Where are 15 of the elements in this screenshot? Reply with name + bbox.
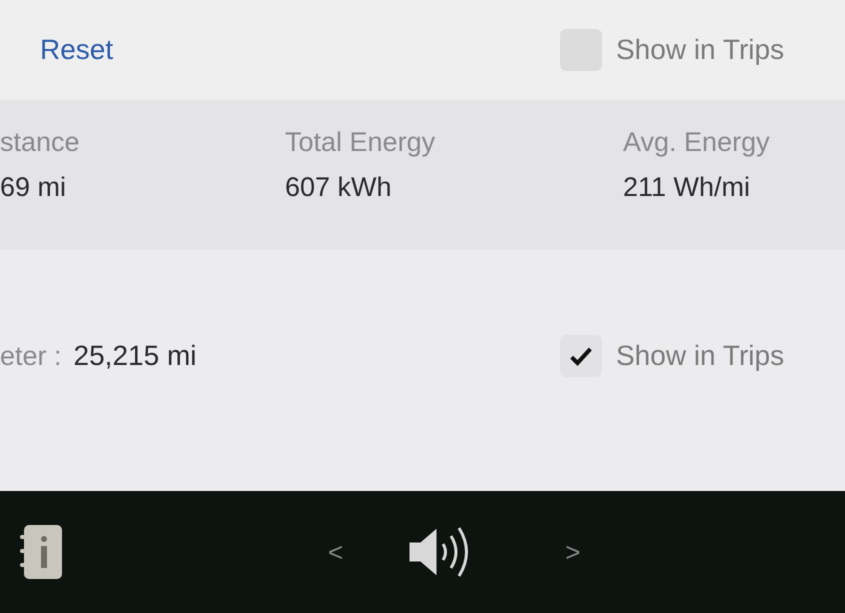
- stat-label: Total Energy: [285, 127, 436, 158]
- previous-button[interactable]: <: [322, 536, 350, 568]
- odometer-label: eter :: [0, 340, 62, 372]
- checkbox-label: Show in Trips: [616, 34, 784, 66]
- reset-link[interactable]: Reset: [40, 34, 114, 66]
- stat-value: 607 kWh: [285, 172, 393, 203]
- checkbox-label: Show in Trips: [616, 340, 784, 372]
- info-notebook-icon[interactable]: [18, 523, 64, 581]
- stat-label: Avg. Energy: [623, 127, 771, 158]
- stat-label: stance: [0, 127, 81, 158]
- stat-value: 211 Wh/mi: [623, 172, 752, 203]
- checkbox[interactable]: [560, 334, 602, 376]
- stat-value: 69 mi: [0, 172, 68, 203]
- odometer-value: 25,215 mi: [74, 340, 196, 372]
- next-button[interactable]: >: [559, 536, 586, 568]
